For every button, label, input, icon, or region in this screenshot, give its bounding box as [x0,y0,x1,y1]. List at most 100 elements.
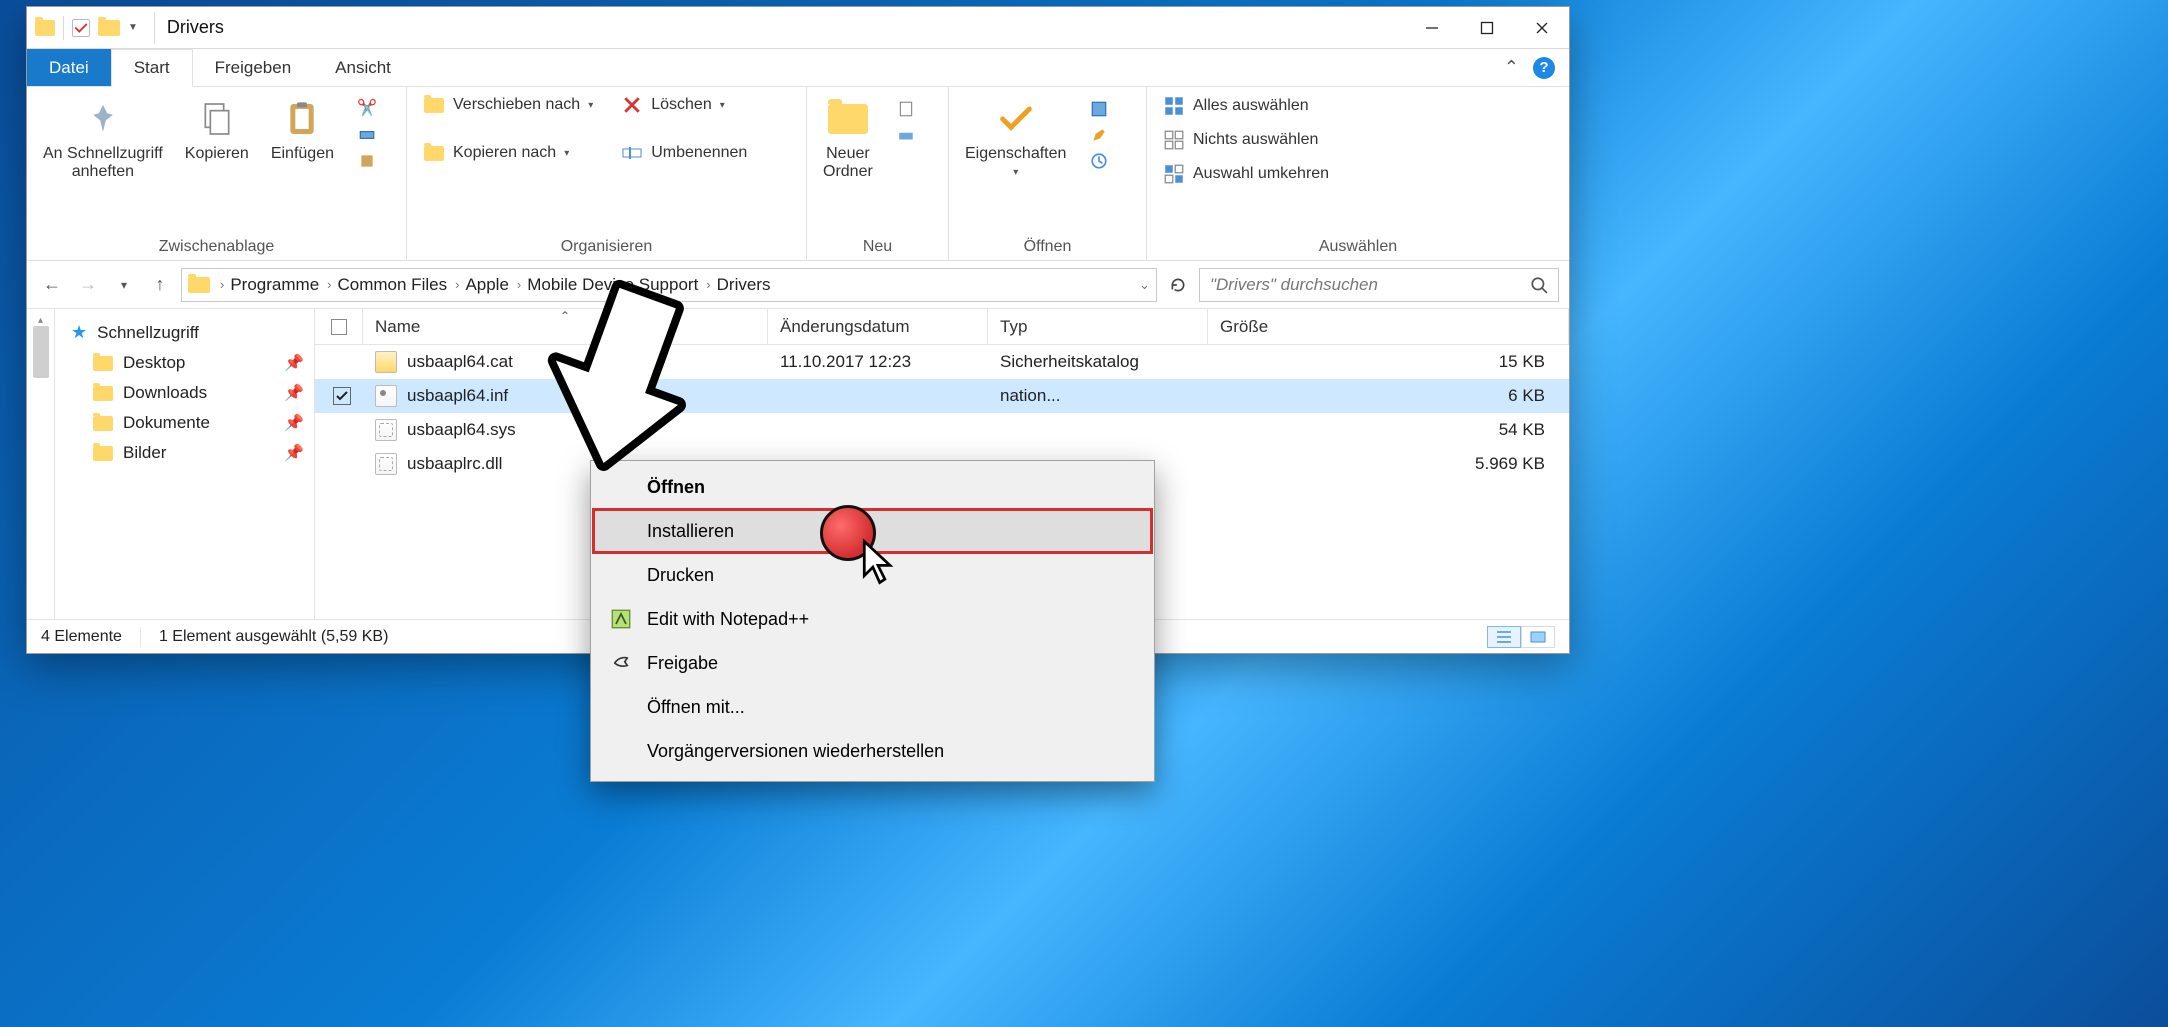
share-icon [607,653,635,673]
easy-access-button[interactable] [893,123,919,147]
context-menu-label: Installieren [647,521,734,542]
title-bar: ▼ Drivers [27,7,1569,49]
sidebar-item-pictures[interactable]: Bilder 📌 [65,438,310,468]
maximize-button[interactable] [1459,7,1514,49]
pin-icon: 📌 [284,353,304,373]
file-name: usbaapl64.inf [407,386,508,406]
close-button[interactable] [1514,7,1569,49]
view-details-button[interactable] [1487,626,1521,648]
minimize-button[interactable] [1404,7,1459,49]
context-menu-label: Freigabe [647,653,718,674]
nav-forward-button[interactable]: → [73,270,103,300]
window-title: Drivers [163,17,224,38]
sidebar-item-downloads[interactable]: Downloads 📌 [65,378,310,408]
folder-icon [188,277,210,293]
refresh-button[interactable] [1163,270,1193,300]
copy-path-button[interactable] [354,123,380,147]
column-size[interactable]: Größe [1208,309,1569,344]
folder-icon [93,446,113,461]
folder-icon [93,416,113,431]
qat-customize-button[interactable]: ▼ [128,22,138,33]
file-size: 5.969 KB [1208,454,1569,474]
move-to-button[interactable]: Verschieben nach▾ [421,93,595,117]
properties-button[interactable]: Eigenschaften▾ [963,93,1068,182]
context-menu-item[interactable]: Vorgängerversionen wiederherstellen [593,729,1152,773]
copy-to-button[interactable]: Kopieren nach▾ [421,141,595,165]
ribbon-collapse-button[interactable]: ⌃ [1504,57,1519,78]
rename-button[interactable]: Umbenennen [619,141,749,165]
folder-icon [35,20,55,36]
context-menu-item[interactable]: Installieren [593,509,1152,553]
history-button[interactable] [1086,149,1112,173]
npp-icon [607,609,635,629]
tab-share[interactable]: Freigeben [193,49,314,86]
qat-properties-button[interactable] [72,19,90,37]
pin-icon: 📌 [284,383,304,403]
ribbon: An Schnellzugriff anheften Kopieren Einf… [27,87,1569,261]
tab-view[interactable]: Ansicht [313,49,413,86]
quick-access-toolbar: ▼ [27,16,146,40]
nav-up-button[interactable]: ↑ [145,270,175,300]
pin-icon: 📌 [284,443,304,463]
cut-button[interactable]: ✂️ [354,95,380,121]
breadcrumb[interactable]: ›Programme ›Common Files ›Apple ›Mobile … [181,268,1157,302]
context-menu-label: Drucken [647,565,714,586]
edit-button[interactable] [1086,123,1112,147]
nav-scrollbar[interactable]: ▴ [27,309,55,619]
status-selection: 1 Element ausgewählt (5,59 KB) [159,628,388,646]
nav-back-button[interactable]: ← [37,270,67,300]
file-row[interactable]: usbaapl64.infnation...6 KB [315,379,1569,413]
context-menu-label: Edit with Notepad++ [647,609,809,630]
context-menu-item[interactable]: Edit with Notepad++ [593,597,1152,641]
select-all-checkbox[interactable] [315,309,363,344]
search-icon [1530,276,1548,294]
context-menu-label: Öffnen mit... [647,697,745,718]
copy-button[interactable]: Kopieren [183,93,251,167]
folder-icon [93,356,113,371]
column-headers: ⌃Name Änderungsdatum Typ Größe [315,309,1569,345]
file-row[interactable]: usbaapl64.sys 54 KB [315,413,1569,447]
column-name[interactable]: ⌃Name [363,309,768,344]
status-count: 4 Elemente [41,628,122,646]
file-size: 6 KB [1208,386,1569,406]
context-menu-item[interactable]: Öffnen mit... [593,685,1152,729]
paste-shortcut-button[interactable] [354,149,380,173]
new-folder-button[interactable]: Neuer Ordner [821,93,875,185]
address-bar-row: ← → ▾ ↑ ›Programme ›Common Files ›Apple … [27,261,1569,309]
new-item-button[interactable] [893,97,919,121]
column-type[interactable]: Typ [988,309,1208,344]
select-none-button[interactable]: Nichts auswählen [1161,127,1331,153]
search-input[interactable]: "Drivers" durchsuchen [1199,268,1559,302]
sidebar-item-quickaccess[interactable]: ★ Schnellzugriff [65,317,310,348]
context-menu-item[interactable]: Freigabe [593,641,1152,685]
file-name: usbaaplrc.dll [407,454,502,474]
paste-button[interactable]: Einfügen [269,93,336,167]
file-date: 11.10.2017 12:23 [768,352,988,372]
star-icon: ★ [71,322,87,343]
row-checkbox[interactable] [333,387,351,405]
ribbon-tabs: Datei Start Freigeben Ansicht ⌃ ? [27,49,1569,87]
file-row[interactable]: usbaapl64.cat 11.10.2017 12:23Sicherheits… [315,345,1569,379]
folder-icon [93,386,113,401]
help-button[interactable]: ? [1533,57,1555,79]
pin-to-quick-access-button[interactable]: An Schnellzugriff anheften [41,93,165,185]
file-size: 54 KB [1208,420,1569,440]
file-name: usbaapl64.cat [407,352,513,372]
view-large-icons-button[interactable] [1521,626,1555,648]
context-menu-item[interactable]: Drucken [593,553,1152,597]
tab-start[interactable]: Start [111,49,193,87]
sidebar-item-documents[interactable]: Dokumente 📌 [65,408,310,438]
file-icon [375,385,397,407]
qat-newfolder-button[interactable] [98,20,120,36]
open-button[interactable] [1086,97,1112,121]
select-invert-button[interactable]: Auswahl umkehren [1161,161,1331,187]
tab-file[interactable]: Datei [27,49,111,86]
context-menu-item[interactable]: Öffnen [593,465,1152,509]
file-type: Sicherheitskatalog [988,352,1208,372]
nav-recent-button[interactable]: ▾ [109,270,139,300]
column-modified[interactable]: Änderungsdatum [768,309,988,344]
file-name: usbaapl64.sys [407,420,516,440]
sidebar-item-desktop[interactable]: Desktop 📌 [65,348,310,378]
select-all-button[interactable]: Alles auswählen [1161,93,1331,119]
delete-button[interactable]: Löschen▾ [619,93,749,117]
